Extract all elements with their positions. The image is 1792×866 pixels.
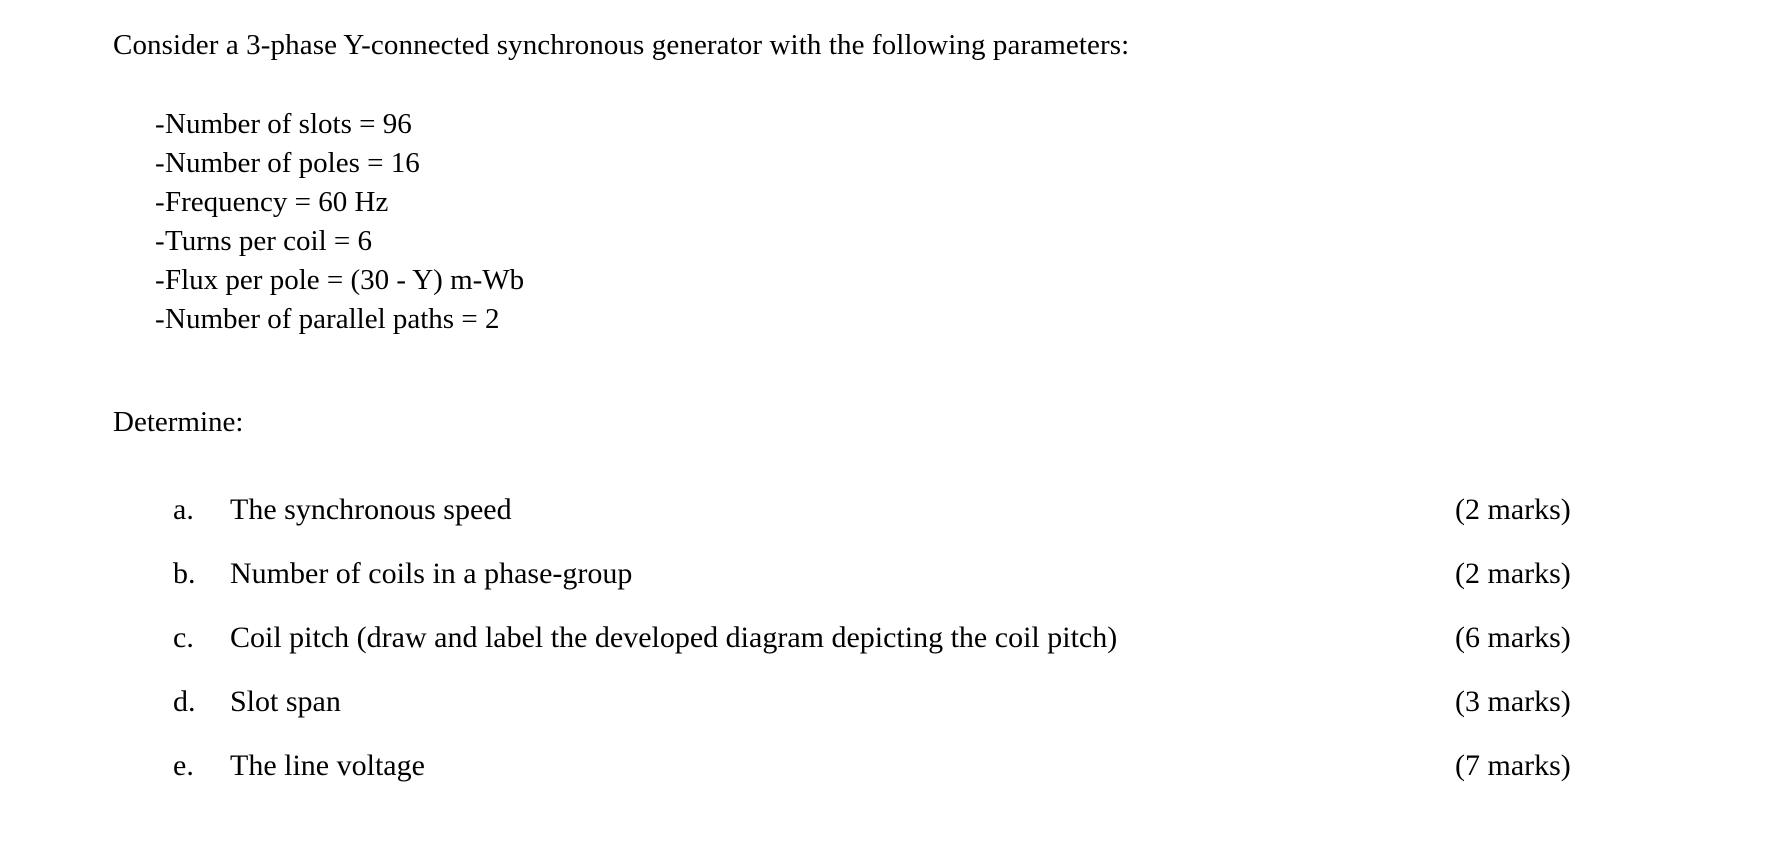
parameter-label: Flux per pole = (30 - Y) m-Wb bbox=[165, 264, 525, 296]
question-marks: (7 marks) bbox=[1455, 749, 1571, 782]
parameter-label: Frequency = 60 Hz bbox=[165, 186, 389, 218]
question-text: The line voltage bbox=[230, 749, 425, 782]
question-row: e. The line voltage (7 marks) bbox=[113, 734, 1679, 798]
question-list: a. The synchronous speed (2 marks) b. Nu… bbox=[113, 478, 1679, 798]
parameter-label: Turns per coil = 6 bbox=[165, 225, 373, 257]
question-text: Number of coils in a phase-group bbox=[230, 557, 633, 590]
parameter-label: Number of slots = 96 bbox=[165, 108, 412, 140]
document-page: Consider a 3-phase Y-connected synchrono… bbox=[0, 0, 1792, 866]
determine-label: Determine: bbox=[113, 406, 244, 438]
question-marker: b. bbox=[173, 557, 196, 590]
list-item: - Turns per coil = 6 bbox=[113, 222, 1113, 261]
parameter-list: - Number of slots = 96 - Number of poles… bbox=[113, 105, 1113, 339]
parameter-label: Number of poles = 16 bbox=[165, 147, 420, 179]
question-marks: (3 marks) bbox=[1455, 685, 1571, 718]
question-text: The synchronous speed bbox=[230, 493, 512, 526]
question-marker: a. bbox=[173, 493, 194, 526]
list-item: - Frequency = 60 Hz bbox=[113, 183, 1113, 222]
question-marks: (2 marks) bbox=[1455, 557, 1571, 590]
bullet-dash-icon: - bbox=[155, 186, 165, 218]
question-marker: d. bbox=[173, 685, 196, 718]
list-item: - Flux per pole = (30 - Y) m-Wb bbox=[113, 261, 1113, 300]
question-marks: (6 marks) bbox=[1455, 621, 1571, 654]
bullet-dash-icon: - bbox=[155, 108, 165, 140]
question-row: c. Coil pitch (draw and label the develo… bbox=[113, 606, 1679, 670]
question-row: b. Number of coils in a phase-group (2 m… bbox=[113, 542, 1679, 606]
question-marker: c. bbox=[173, 621, 194, 654]
question-text: Coil pitch (draw and label the developed… bbox=[230, 621, 1118, 654]
question-row: a. The synchronous speed (2 marks) bbox=[113, 478, 1679, 542]
bullet-dash-icon: - bbox=[155, 264, 165, 296]
list-item: - Number of parallel paths = 2 bbox=[113, 300, 1113, 339]
intro-paragraph: Consider a 3-phase Y-connected synchrono… bbox=[113, 29, 1130, 61]
question-text: Slot span bbox=[230, 685, 341, 718]
bullet-dash-icon: - bbox=[155, 303, 165, 335]
list-item: - Number of poles = 16 bbox=[113, 144, 1113, 183]
question-row: d. Slot span (3 marks) bbox=[113, 670, 1679, 734]
list-item: - Number of slots = 96 bbox=[113, 105, 1113, 144]
parameter-label: Number of parallel paths = 2 bbox=[165, 303, 500, 335]
question-marker: e. bbox=[173, 749, 194, 782]
bullet-dash-icon: - bbox=[155, 225, 165, 257]
bullet-dash-icon: - bbox=[155, 147, 165, 179]
question-marks: (2 marks) bbox=[1455, 493, 1571, 526]
